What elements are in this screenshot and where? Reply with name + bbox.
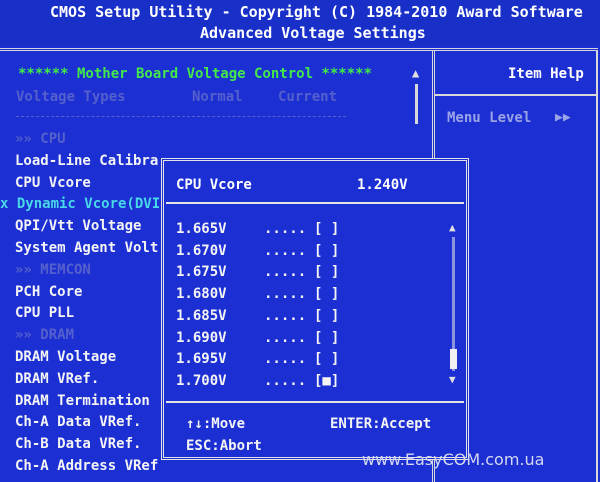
option-dots: .....	[264, 264, 307, 281]
popup-option[interactable]: 1.665V..... [ ]	[176, 221, 339, 237]
menu-item[interactable]: Ch-B Data VRef.	[15, 436, 141, 452]
option-value: 1.680V	[176, 286, 227, 303]
option-dots: .....	[264, 221, 307, 237]
menu-item[interactable]: QPI/Vtt Voltage	[15, 218, 141, 234]
key-hint-abort: ESC:Abort	[186, 438, 262, 454]
right-border	[596, 51, 598, 482]
menu-item[interactable]: Ch-A Data VRef.	[15, 414, 141, 430]
option-dots: .....	[264, 372, 307, 389]
option-value: 1.685V	[176, 307, 227, 324]
scroll-track[interactable]	[415, 84, 418, 124]
menu-item[interactable]: PCH Core	[15, 284, 82, 300]
popup-scroll-up-icon[interactable]: ▲	[449, 221, 456, 234]
popup-current-value: 1.240V	[357, 177, 408, 193]
popup-scroll-thumb[interactable]	[450, 349, 457, 369]
option-checkbox[interactable]: [■]	[314, 373, 339, 389]
popup-scroll-down-icon[interactable]: ▼	[449, 373, 456, 386]
header-subtitle: Advanced Voltage Settings	[200, 24, 426, 42]
key-hint-move: ↑↓:Move	[186, 416, 246, 432]
column-header-voltage-types: Voltage Types	[16, 89, 126, 105]
menu-item[interactable]: Load-Line Calibra	[15, 153, 158, 169]
menu-level-arrows-icon: ▶▶	[555, 110, 571, 125]
option-checkbox[interactable]: [ ]	[314, 243, 339, 259]
popup-option[interactable]: 1.685V..... [ ]	[176, 308, 339, 324]
left-scrollbar[interactable]: ▲	[410, 66, 424, 126]
option-checkbox[interactable]: [ ]	[314, 286, 339, 302]
option-value: 1.675V	[176, 264, 227, 281]
popup-option[interactable]: 1.700V..... [■]	[176, 373, 339, 389]
menu-item[interactable]: System Agent Volt	[15, 240, 158, 256]
option-dots: .....	[264, 307, 307, 324]
help-separator	[435, 94, 596, 96]
menu-item[interactable]: DRAM Voltage	[15, 349, 116, 365]
watermark: www.EasyCOM.com.ua	[362, 450, 545, 469]
option-checkbox[interactable]: [ ]	[314, 351, 339, 367]
popup-title-separator	[166, 202, 464, 204]
item-help-title: Item Help	[508, 66, 584, 82]
option-dots: .....	[264, 329, 307, 346]
menu-item: »» DRAM	[15, 327, 75, 344]
option-value: 1.700V	[176, 372, 227, 389]
key-hint-accept: ENTER:Accept	[330, 416, 432, 432]
menu-item: »» CPU	[15, 131, 66, 147]
menu-item: x Dynamic Vcore(DVI	[0, 196, 161, 213]
header-bar: CMOS Setup Utility - Copyright (C) 1984-…	[0, 0, 600, 46]
option-checkbox[interactable]: [ ]	[314, 308, 339, 324]
menu-item[interactable]: CPU Vcore	[15, 175, 91, 191]
column-header-normal: Normal	[192, 89, 243, 105]
popup-option[interactable]: 1.690V..... [ ]	[176, 330, 339, 346]
option-value: 1.665V	[176, 221, 227, 237]
option-dots: .....	[264, 286, 307, 303]
column-header-current: Current	[278, 89, 338, 105]
option-value: 1.690V	[176, 329, 227, 346]
cpu-vcore-popup: CPU Vcore 1.240V 1.665V.....[ ] 1.670V...…	[161, 158, 469, 460]
scroll-up-arrow-icon[interactable]: ▲	[412, 66, 419, 80]
option-checkbox[interactable]: [ ]	[314, 264, 339, 280]
column-underline	[16, 116, 346, 117]
section-title: ****** Mother Board Voltage Control ****…	[18, 66, 373, 82]
popup-option[interactable]: 1.695V..... [ ]	[176, 351, 339, 367]
popup-footer-separator	[166, 401, 464, 403]
option-checkbox[interactable]: [ ]	[314, 330, 339, 346]
menu-level-label: Menu Level	[447, 110, 532, 126]
menu-item[interactable]: Ch-A Address VRef	[15, 458, 158, 474]
menu-item[interactable]: CPU PLL	[15, 305, 74, 321]
menu-item[interactable]: DRAM Termination	[15, 393, 150, 409]
popup-option[interactable]: 1.680V..... [ ]	[176, 286, 339, 302]
option-dots: .....	[264, 242, 307, 259]
menu-item[interactable]: DRAM VRef.	[15, 371, 99, 387]
option-dots: .....	[264, 351, 307, 368]
menu-item: »» MEMCON	[15, 261, 91, 278]
popup-scrollbar[interactable]: ▲ ▼	[448, 221, 460, 391]
option-checkbox[interactable]: [ ]	[314, 221, 339, 237]
popup-option[interactable]: 1.675V..... [ ]	[176, 264, 339, 280]
popup-title: CPU Vcore	[176, 177, 252, 193]
header-title: CMOS Setup Utility - Copyright (C) 1984-…	[50, 3, 583, 21]
option-value: 1.670V	[176, 242, 227, 259]
option-value: 1.695V	[176, 351, 227, 368]
popup-option[interactable]: 1.670V..... [ ]	[176, 243, 339, 259]
